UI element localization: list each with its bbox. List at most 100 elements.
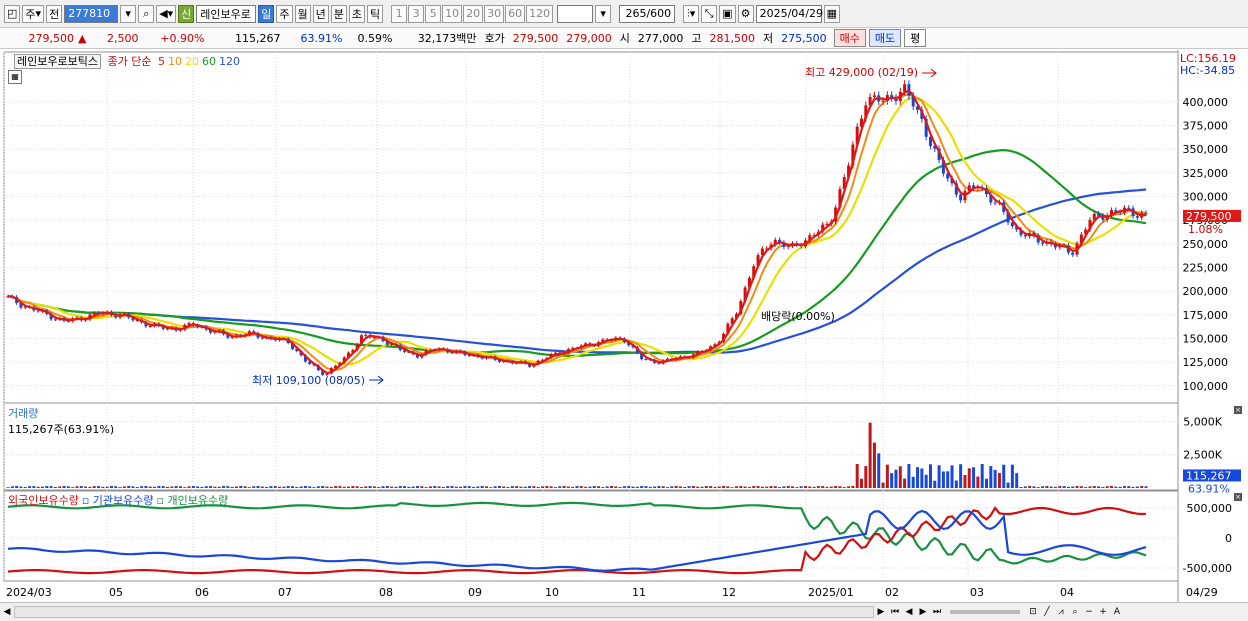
stock-code-input[interactable]: 277810 — [64, 4, 119, 23]
scroll-left-icon[interactable]: ◀ — [0, 605, 14, 619]
zoom-slider[interactable] — [950, 610, 1020, 614]
sound-icon[interactable]: ◀▾ — [156, 4, 177, 23]
minute-tab-120[interactable]: 120 — [526, 4, 554, 23]
bid-label: 호가 — [484, 32, 505, 45]
date-input[interactable]: 2025/04/29 — [755, 4, 823, 23]
next-page-icon[interactable]: ▶ — [916, 605, 930, 619]
holding-close-icon[interactable]: × — [1234, 493, 1242, 501]
zoom-in-icon[interactable]: + — [1096, 605, 1110, 619]
price-tick-1: 375,000 — [1183, 120, 1229, 133]
volume-bar — [997, 472, 1001, 488]
crosshair-icon[interactable]: ⤡ — [701, 4, 718, 23]
volume-bar — [597, 486, 601, 488]
gear-icon[interactable]: ⚙ — [737, 4, 754, 23]
open-label: 시 — [619, 32, 630, 45]
volume-bar — [441, 486, 445, 488]
last-page-icon[interactable]: ⏭ — [930, 605, 944, 619]
x-label-4: 08 — [379, 586, 393, 599]
volume-bar — [217, 486, 221, 488]
volume-bar — [959, 464, 963, 488]
minute-tab-3[interactable]: 3 — [408, 4, 425, 23]
volume-bar — [446, 486, 450, 488]
volume-bar — [631, 486, 635, 488]
draw-tools-icon[interactable]: ⊡ — [1026, 605, 1040, 619]
average-button[interactable]: 평 — [904, 29, 927, 47]
volume-bar — [243, 486, 247, 488]
horizontal-scrollbar[interactable] — [14, 606, 874, 618]
period-select[interactable]: 주 ▾ — [22, 4, 45, 23]
prev-button[interactable]: 전 — [46, 4, 63, 23]
volume-bar — [15, 486, 19, 488]
volume-current-tag: 115,267 — [1186, 469, 1232, 482]
candle-type-icon[interactable]: ⫶▾ — [683, 4, 700, 23]
interval-tab-4[interactable]: 분 — [330, 4, 347, 23]
trend-tool-icon[interactable]: ⩘ — [1054, 605, 1068, 619]
sell-button[interactable]: 매도 — [868, 29, 902, 47]
volume-bar — [566, 486, 570, 488]
volume-bar — [282, 486, 286, 488]
x-label-10: 02 — [885, 586, 899, 599]
volume-bar — [273, 486, 277, 488]
stock-name-field[interactable]: 레인보우로 — [196, 4, 257, 23]
search-icon[interactable]: ⌕ — [138, 4, 155, 23]
interval-tab-1[interactable]: 주 — [276, 4, 293, 23]
minute-tab-10[interactable]: 10 — [442, 4, 463, 23]
volume-bar — [347, 486, 351, 488]
minute-tab-60[interactable]: 60 — [505, 4, 526, 23]
volume-bar — [575, 486, 579, 488]
volume-bar — [187, 486, 191, 488]
volume-bar — [661, 486, 665, 488]
candle-body — [1071, 252, 1075, 255]
minute-tab-1[interactable]: 1 — [391, 4, 408, 23]
volume-bar — [489, 487, 493, 488]
minute-tab-5[interactable]: 5 — [425, 4, 442, 23]
calendar-icon[interactable]: ▦ — [823, 4, 840, 23]
interval-tab-0[interactable]: 일 — [258, 4, 275, 23]
minute-tab-20[interactable]: 20 — [463, 4, 484, 23]
volume-bar — [476, 486, 480, 488]
ma-legend-120: 120 — [218, 55, 240, 68]
minute-tab-30[interactable]: 30 — [484, 4, 505, 23]
stock-legend-name[interactable]: 레인보우로보틱스 — [14, 54, 101, 69]
volume-bar — [260, 486, 264, 488]
first-page-icon[interactable]: ⏮ — [888, 605, 902, 619]
scroll-right-icon[interactable]: ▶ — [874, 605, 888, 619]
save-icon[interactable]: ▣ — [719, 4, 736, 23]
code-dropdown-button[interactable]: ▾ — [120, 4, 137, 23]
chart-window-icon[interactable]: ◰ — [4, 4, 21, 23]
volume-close-icon[interactable]: × — [1234, 406, 1242, 414]
volume-bar — [1049, 486, 1053, 488]
buy-button[interactable]: 매수 — [833, 29, 866, 47]
interval-tab-3[interactable]: 년 — [312, 4, 329, 23]
holding-legend-2: ▫ 개인보유수량 — [156, 494, 229, 507]
candle-body — [1097, 213, 1101, 216]
count-total: /600 — [646, 7, 672, 20]
magnify-icon[interactable]: ⌕ — [1068, 605, 1082, 619]
font-icon[interactable]: A — [1110, 605, 1124, 619]
volume-bar — [860, 478, 863, 488]
line-tool-icon[interactable]: ╱ — [1040, 605, 1054, 619]
volume-bar — [97, 486, 101, 488]
zoom-out-icon[interactable]: − — [1082, 605, 1096, 619]
interval-tab-6[interactable]: 틱 — [367, 4, 384, 23]
interval-tab-5[interactable]: 초 — [348, 4, 366, 23]
volume-bar — [1019, 487, 1023, 488]
interval-tab-2[interactable]: 월 — [294, 4, 311, 23]
chart-area[interactable]: 2024/03 05 06 07 08 09 10 11 12 2025/01 02 03 04 04/2… — [0, 50, 1248, 602]
volume-bar — [916, 467, 920, 488]
volume-bar — [506, 486, 510, 488]
count-field[interactable]: 265/600 — [619, 4, 676, 23]
volume-bar — [1023, 486, 1027, 488]
price-tick-8: 200,000 — [1183, 285, 1229, 298]
volume-bar — [877, 453, 881, 488]
volume-bar — [825, 486, 829, 488]
volume-bar — [161, 486, 165, 488]
volume-bar — [1053, 486, 1057, 488]
minute-custom-input[interactable] — [557, 4, 594, 23]
x-label-12: 04 — [1060, 586, 1074, 599]
prev-page-icon[interactable]: ◀ — [902, 605, 916, 619]
price-legend: 레인보우로보틱스 종가 단순 5 10 20 60 120 — [14, 53, 246, 69]
table-icon[interactable]: ▦ — [8, 70, 22, 84]
minute-dropdown-button[interactable]: ▾ — [595, 4, 612, 23]
hold-tick-0: 500,000 — [1187, 502, 1233, 515]
